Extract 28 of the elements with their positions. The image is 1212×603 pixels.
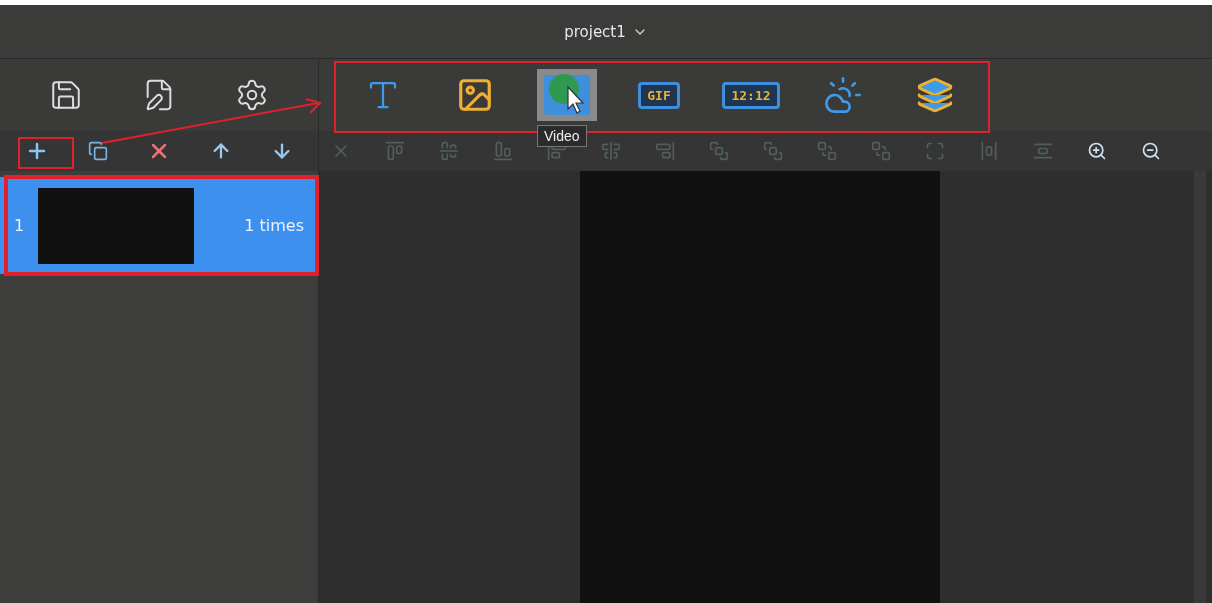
program-number: 1 bbox=[14, 216, 25, 235]
tooltip: Video bbox=[537, 125, 587, 147]
send-backward-icon bbox=[817, 141, 837, 161]
repeat-count: 1 times bbox=[244, 216, 304, 235]
clock-icon: 12:12 bbox=[722, 81, 780, 109]
send-back-icon bbox=[871, 141, 891, 161]
fit-icon bbox=[925, 141, 945, 161]
align-right-icon bbox=[655, 141, 675, 161]
align-center-icon bbox=[601, 141, 621, 161]
image-icon bbox=[456, 76, 494, 114]
align-bottom-icon bbox=[493, 141, 513, 161]
distribute-icon bbox=[1033, 141, 1053, 161]
highlight-frame bbox=[18, 137, 74, 169]
weather-icon bbox=[823, 75, 863, 115]
align-middle-icon bbox=[439, 141, 459, 161]
window-title[interactable]: project1 bbox=[564, 22, 626, 41]
zoom-in-icon bbox=[1087, 141, 1107, 161]
gif-button[interactable]: GIF bbox=[629, 69, 689, 121]
clock-button[interactable]: 12:12 bbox=[721, 69, 781, 121]
zoom-out-icon bbox=[1141, 141, 1161, 161]
align-top-icon bbox=[385, 141, 405, 161]
layers-icon bbox=[916, 76, 954, 114]
distribute-icon bbox=[979, 141, 999, 161]
bring-forward-icon bbox=[763, 141, 783, 161]
video-icon bbox=[542, 73, 592, 117]
bring-front-icon bbox=[709, 141, 729, 161]
gif-icon: GIF bbox=[638, 81, 680, 109]
copy-icon bbox=[88, 141, 109, 161]
